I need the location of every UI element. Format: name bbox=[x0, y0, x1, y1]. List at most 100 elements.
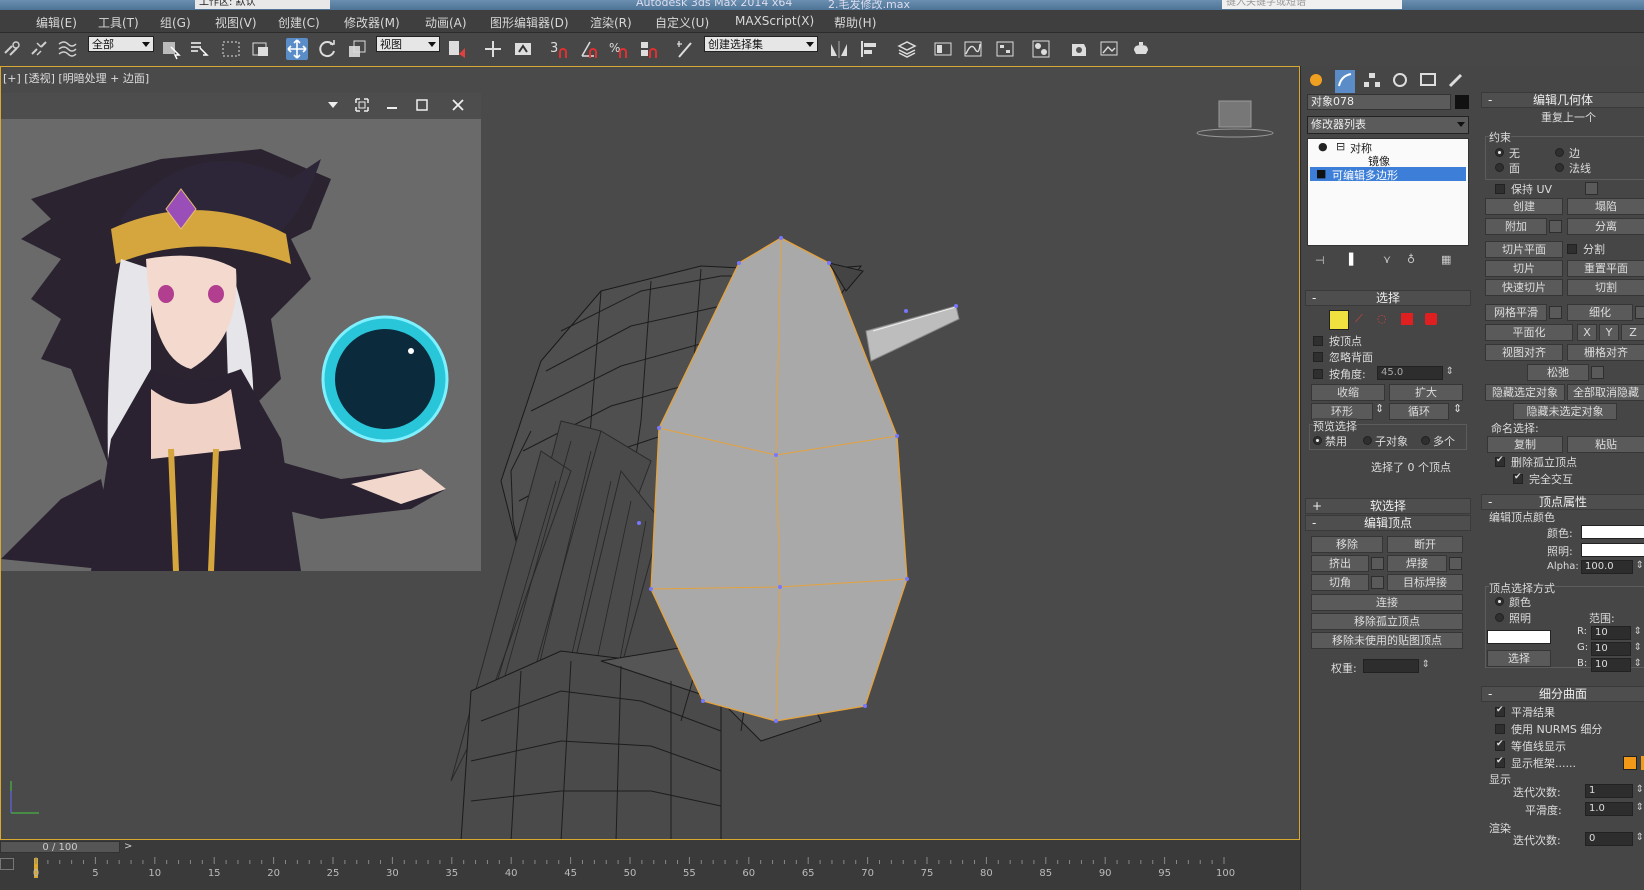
show-end-result-icon[interactable]: ▌ bbox=[1349, 253, 1357, 266]
meshsmooth-settings-icon[interactable] bbox=[1549, 306, 1562, 319]
vertex-properties-rollout-header[interactable]: - 顶点属性 bbox=[1481, 494, 1644, 510]
bind-space-warp-icon[interactable] bbox=[56, 38, 78, 60]
pin-stack-icon[interactable]: ⊣ bbox=[1315, 254, 1325, 267]
render-iterations-spinner[interactable]: 0 bbox=[1585, 832, 1644, 846]
edit-vertices-rollout-header[interactable]: - 编辑顶点 bbox=[1305, 515, 1471, 531]
full-interactivity-checkbox[interactable] bbox=[1513, 472, 1523, 484]
collapse-button[interactable]: 塌陷 bbox=[1567, 198, 1644, 215]
loop-spinner[interactable]: ⇕ bbox=[1453, 402, 1462, 415]
vertex-level-icon[interactable] bbox=[1329, 310, 1349, 330]
layer-manager-icon[interactable] bbox=[896, 38, 918, 60]
tessellate-button[interactable]: 细化 bbox=[1567, 304, 1633, 321]
detach-button[interactable]: 分离 bbox=[1567, 218, 1644, 235]
ring-spinner[interactable]: ⇕ bbox=[1375, 402, 1384, 415]
configure-sets-icon[interactable]: ▦ bbox=[1441, 253, 1451, 266]
cage-color-swatch[interactable] bbox=[1623, 756, 1637, 770]
remove-modifier-icon[interactable]: ♁ bbox=[1407, 253, 1415, 266]
object-color-swatch[interactable] bbox=[1455, 95, 1469, 109]
menu-modifiers[interactable]: 修改器(M) bbox=[344, 14, 400, 31]
selection-filter-dropdown[interactable]: 全部 bbox=[88, 36, 154, 52]
attach-button[interactable]: 附加 bbox=[1485, 218, 1547, 235]
select-and-move-icon[interactable] bbox=[286, 38, 308, 60]
select-and-rotate-icon[interactable] bbox=[316, 38, 338, 60]
menu-edit[interactable]: 编辑(E) bbox=[36, 14, 77, 31]
minimize-icon[interactable] bbox=[385, 98, 399, 115]
menu-tools[interactable]: 工具(T) bbox=[98, 14, 139, 31]
utilities-tab-icon[interactable] bbox=[1447, 71, 1465, 92]
bulb-icon[interactable]: ● bbox=[1318, 140, 1328, 153]
stack-item-editable-poly[interactable]: ■ 可编辑多边形 bbox=[1310, 167, 1466, 182]
menu-rendering[interactable]: 渲染(R) bbox=[590, 14, 632, 31]
keyboard-shortcut-override-icon[interactable] bbox=[512, 38, 534, 60]
render-setup-icon[interactable] bbox=[1068, 38, 1090, 60]
view-align-button[interactable]: 视图对齐 bbox=[1485, 344, 1563, 361]
create-tab-icon[interactable] bbox=[1307, 71, 1325, 92]
menu-graph-editors[interactable]: 图形编辑器(D) bbox=[490, 14, 569, 31]
modify-tab-icon[interactable] bbox=[1335, 70, 1355, 93]
constraint-normal-radio[interactable] bbox=[1555, 163, 1564, 172]
schematic-view-icon[interactable] bbox=[994, 38, 1016, 60]
break-button[interactable]: 断开 bbox=[1387, 536, 1463, 553]
copy-button[interactable]: 复制 bbox=[1487, 436, 1563, 453]
create-button[interactable]: 创建 bbox=[1485, 198, 1563, 215]
slice-plane-button[interactable]: 切片平面 bbox=[1485, 241, 1563, 258]
snaps-toggle-icon[interactable]: 3 bbox=[548, 38, 570, 60]
extrude-button[interactable]: 挤出 bbox=[1311, 555, 1369, 572]
menu-customize[interactable]: 自定义(U) bbox=[655, 14, 709, 31]
target-weld-button[interactable]: 目标焊接 bbox=[1387, 574, 1463, 591]
range-b-spinner[interactable]: 10 bbox=[1591, 658, 1642, 672]
range-r-spinner[interactable]: 10 bbox=[1591, 626, 1642, 640]
cut-button[interactable]: 切割 bbox=[1567, 279, 1644, 296]
display-tab-icon[interactable] bbox=[1419, 71, 1437, 92]
unlink-icon[interactable] bbox=[28, 38, 50, 60]
rendered-frame-window-icon[interactable] bbox=[1098, 38, 1120, 60]
track-bar[interactable]: 0 5 10 15 20 25 30 35 40 45 50 55 60 65 70 75 80 85 90 95 10… bbox=[0, 854, 1300, 890]
vertex-color-swatch[interactable] bbox=[1581, 525, 1644, 539]
repeat-last-button[interactable]: 重复上一个 bbox=[1541, 109, 1596, 125]
unhide-all-button[interactable]: 全部取消隐藏 bbox=[1567, 384, 1644, 401]
extrude-settings-icon[interactable] bbox=[1371, 557, 1384, 570]
make-unique-icon[interactable]: ⋎ bbox=[1383, 253, 1391, 266]
relax-button[interactable]: 松弛 bbox=[1527, 364, 1589, 381]
maximize-icon[interactable] bbox=[415, 98, 429, 115]
menu-help[interactable]: 帮助(H) bbox=[834, 14, 876, 31]
perspective-viewport[interactable]: [+] [透视] [明暗处理 + 边面] bbox=[0, 66, 1300, 840]
by-angle-spinner[interactable]: 45.0 bbox=[1377, 366, 1454, 380]
preview-multi-radio[interactable] bbox=[1421, 436, 1430, 445]
reset-plane-button[interactable]: 重置平面 bbox=[1567, 260, 1644, 277]
connect-button[interactable]: 连接 bbox=[1311, 594, 1463, 611]
border-level-icon[interactable]: ◌ bbox=[1377, 312, 1387, 325]
grid-align-button[interactable]: 栅格对齐 bbox=[1567, 344, 1644, 361]
reference-coordinate-dropdown[interactable]: 视图 bbox=[376, 36, 440, 52]
reference-image-window[interactable] bbox=[1, 93, 481, 571]
mirror-icon[interactable] bbox=[828, 38, 850, 60]
rect-selection-region-icon[interactable] bbox=[220, 38, 242, 60]
motion-tab-icon[interactable] bbox=[1391, 71, 1409, 92]
isoline-display-checkbox[interactable] bbox=[1495, 739, 1505, 751]
hide-selected-button[interactable]: 隐藏选定对象 bbox=[1485, 384, 1565, 401]
ignore-backfacing-checkbox[interactable] bbox=[1313, 352, 1323, 362]
make-planar-button[interactable]: 平面化 bbox=[1485, 324, 1573, 341]
grow-button[interactable]: 扩大 bbox=[1389, 384, 1463, 401]
menu-view[interactable]: 视图(V) bbox=[215, 14, 257, 31]
polygon-level-icon[interactable] bbox=[1401, 313, 1413, 325]
preserve-uv-checkbox[interactable] bbox=[1495, 184, 1505, 194]
split-checkbox[interactable] bbox=[1567, 244, 1577, 254]
menu-group[interactable]: 组(G) bbox=[160, 14, 191, 31]
preview-subobject-radio[interactable] bbox=[1363, 436, 1372, 445]
attach-settings-icon[interactable] bbox=[1549, 220, 1562, 233]
percent-snap-icon[interactable]: % bbox=[608, 38, 630, 60]
element-level-icon[interactable] bbox=[1425, 313, 1437, 325]
next-frame-icon[interactable]: > bbox=[124, 841, 132, 852]
tessellate-settings-icon[interactable] bbox=[1635, 306, 1644, 319]
time-slider-track[interactable] bbox=[0, 840, 1300, 854]
chevron-down-icon[interactable] bbox=[327, 99, 339, 114]
illumination-swatch[interactable] bbox=[1581, 543, 1644, 557]
chamfer-settings-icon[interactable] bbox=[1371, 576, 1384, 589]
spinner-snap-icon[interactable] bbox=[638, 38, 660, 60]
edit-geometry-rollout-header[interactable]: - 编辑几何体 bbox=[1481, 92, 1644, 108]
soft-selection-rollout-header[interactable]: + 软选择 bbox=[1305, 498, 1471, 514]
edit-named-selection-icon[interactable] bbox=[674, 38, 696, 60]
render-production-icon[interactable] bbox=[1130, 38, 1152, 60]
time-slider[interactable]: 0 / 100 bbox=[0, 841, 120, 853]
